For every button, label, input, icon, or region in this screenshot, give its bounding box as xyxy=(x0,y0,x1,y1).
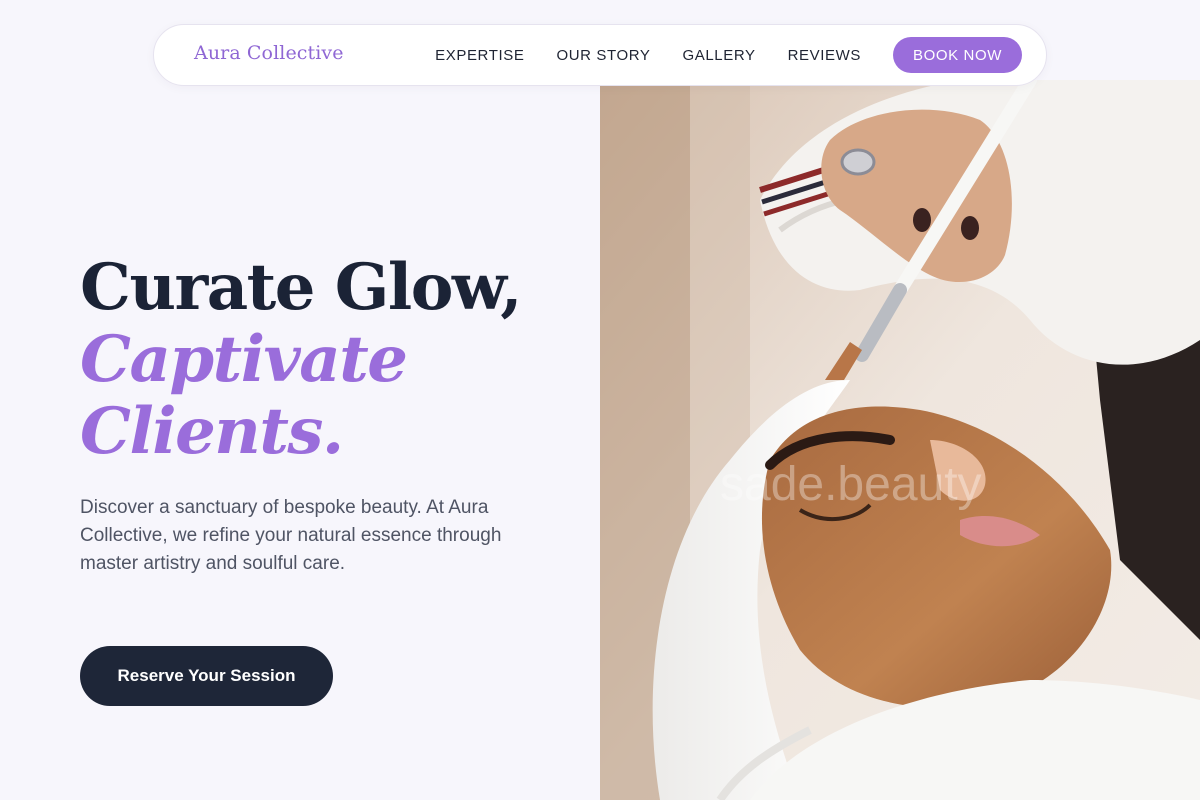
brand-logo[interactable]: Aura Collective xyxy=(194,42,344,64)
nav-link-gallery[interactable]: GALLERY xyxy=(682,47,755,64)
headline-line-2: Captivate Clients. xyxy=(80,322,408,469)
image-watermark: sade.beauty xyxy=(720,458,982,511)
hero-headline: Curate Glow, Captivate Clients. xyxy=(80,252,600,468)
hero-description: Discover a sanctuary of bespoke beauty. … xyxy=(80,497,502,574)
hero-image: sade.beauty xyxy=(600,80,1200,800)
headline-line-1: Curate Glow, xyxy=(80,250,523,325)
book-now-button[interactable]: BOOK NOW xyxy=(893,37,1022,73)
top-navigation: Aura Collective EXPERTISE OUR STORY GALL… xyxy=(153,24,1047,86)
nav-link-expertise[interactable]: EXPERTISE xyxy=(435,47,524,64)
reserve-session-button[interactable]: Reserve Your Session xyxy=(80,646,333,706)
nav-link-reviews[interactable]: REVIEWS xyxy=(788,47,861,64)
nav-links: EXPERTISE OUR STORY GALLERY REVIEWS BOOK… xyxy=(435,25,1022,85)
nav-link-our-story[interactable]: OUR STORY xyxy=(556,47,650,64)
